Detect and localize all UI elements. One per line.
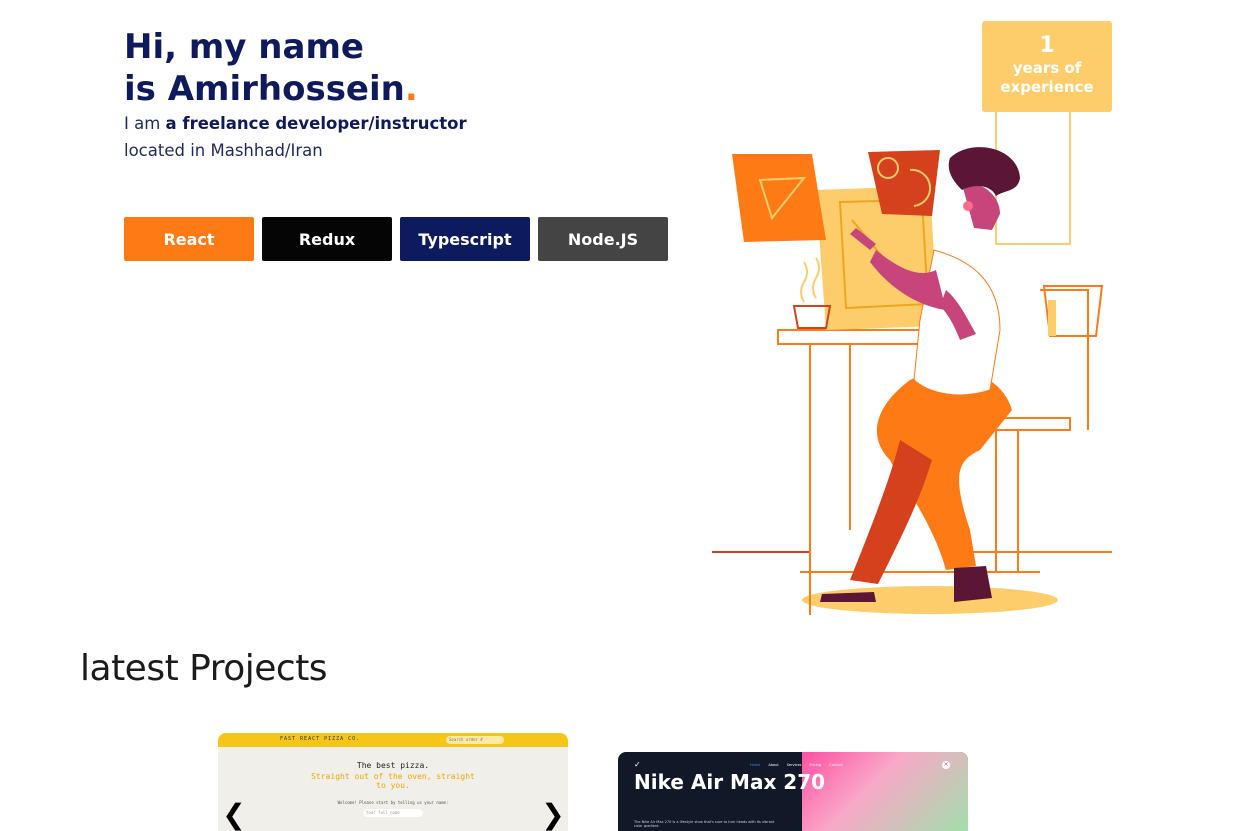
hero-title-line2: is Amirhossein <box>124 69 405 109</box>
experience-years: 1 <box>1039 33 1055 58</box>
skills-row: React Redux Typescript Node.JS <box>124 217 668 261</box>
hero-title-dot: . <box>404 69 418 109</box>
latest-projects-title: latest Projects <box>80 648 328 689</box>
nike-nav: Home About Services Pricing Contact <box>750 763 843 767</box>
nike-title: Nike Air Max 270 <box>634 770 826 794</box>
intro-location: located in Mashhad/Iran <box>124 141 323 160</box>
skill-button-nodejs[interactable]: Node.JS <box>538 217 668 261</box>
pizza-note: Welcome! Please start by telling us your… <box>337 800 449 805</box>
pizza-name-input: Your full name <box>363 809 423 817</box>
nike-swoosh-icon: ✓ <box>634 760 641 769</box>
nike-nav-item: About <box>768 763 779 767</box>
pizza-headline: The best pizza. <box>356 761 430 770</box>
nike-nav-item: Services <box>786 763 802 767</box>
skill-button-redux[interactable]: Redux <box>262 217 392 261</box>
pizza-subheadline: Straight out of the oven, straight to yo… <box>311 772 475 790</box>
intro-role: a freelance developer/instructor <box>165 114 467 133</box>
experience-label: years of experience <box>1000 59 1094 96</box>
hero-intro: I am a freelance developer/instructor lo… <box>124 110 467 164</box>
skill-button-react[interactable]: React <box>124 217 254 261</box>
project-card-nike[interactable]: ✓ Home About Services Pricing Contact Ni… <box>618 752 968 831</box>
pizza-brand: FAST REACT PIZZA CO. <box>280 736 361 742</box>
experience-badge: 1 years of experience <box>982 21 1112 112</box>
nike-nav-item: Pricing <box>809 763 822 767</box>
nike-nav-item: Contact <box>829 763 843 767</box>
developer-at-desk-illustration <box>712 112 1112 615</box>
nike-nav-item: Home <box>750 763 761 767</box>
hero-title-line1: Hi, my name <box>124 27 364 67</box>
pizza-search-input: Search order # <box>446 736 504 744</box>
nike-description: The Nike Air Max 270 is a lifestyle shoe… <box>634 820 775 828</box>
pizza-header: FAST REACT PIZZA CO. Search order # <box>218 733 568 747</box>
project-card-pizza[interactable]: FAST REACT PIZZA CO. Search order # The … <box>218 733 568 831</box>
skill-button-typescript[interactable]: Typescript <box>400 217 530 261</box>
carousel-next-icon[interactable]: ❯ <box>538 798 568 831</box>
nike-close-icon: ✕ <box>942 761 950 769</box>
intro-prefix: I am <box>124 114 166 133</box>
hero-title: Hi, my name is Amirhossein. <box>124 26 418 110</box>
carousel-prev-icon[interactable]: ❮ <box>219 798 249 831</box>
